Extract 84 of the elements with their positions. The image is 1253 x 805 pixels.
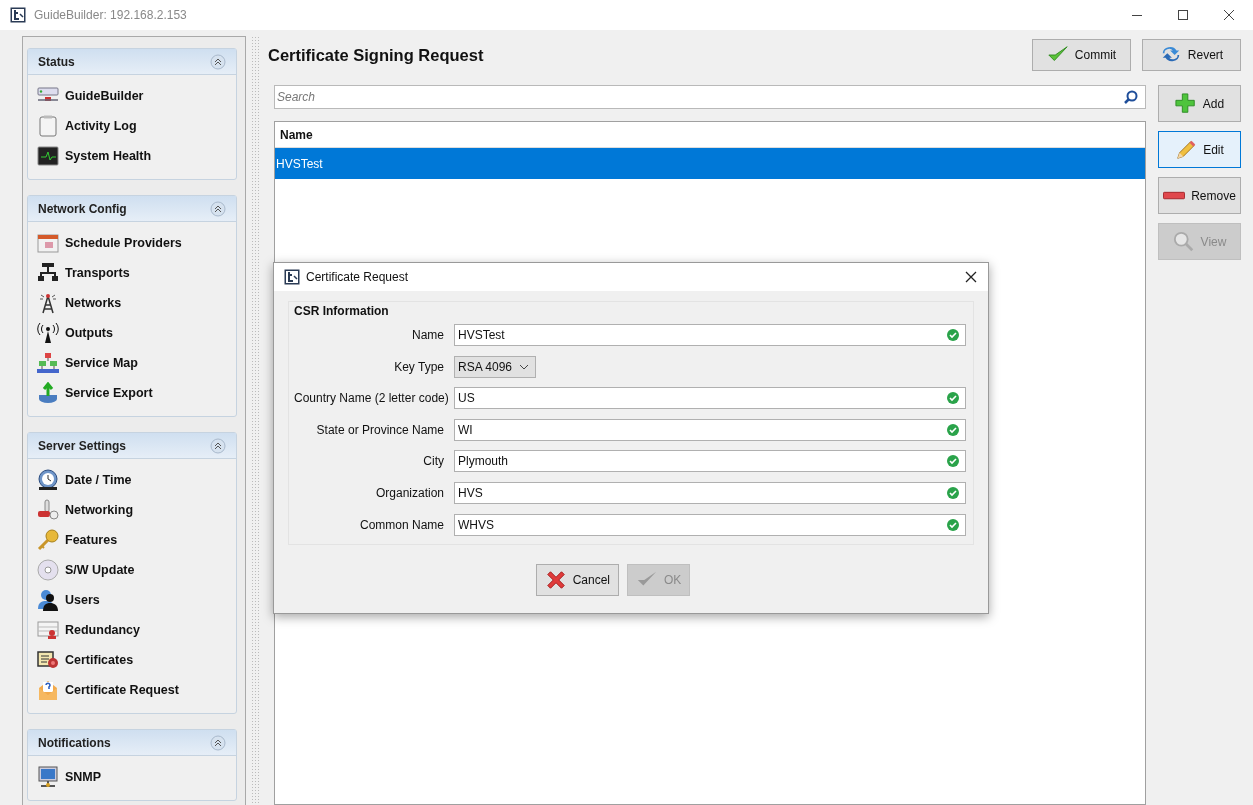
calendar-icon: [37, 232, 59, 254]
disc-icon: [37, 559, 59, 581]
network-tree-icon: [37, 262, 59, 284]
clock-icon: [37, 469, 59, 491]
clipboard-icon: [37, 115, 59, 137]
certificate-icon: [37, 649, 59, 671]
cancel-button[interactable]: Cancel: [535, 563, 619, 596]
field-label: State or Province Name: [315, 422, 444, 437]
sidebar-item[interactable]: GuideBuilder: [37, 81, 228, 111]
gear-pipe-icon: [37, 499, 59, 521]
broadcast-antenna-icon: [37, 322, 59, 344]
input-field[interactable]: WHVS: [454, 513, 966, 536]
close-icon[interactable]: [1223, 9, 1235, 21]
field-label: Organization: [374, 485, 444, 500]
sidebar-item[interactable]: System Health: [37, 141, 228, 171]
input-field[interactable]: WI: [454, 418, 966, 441]
group-title: CSR Information: [294, 304, 390, 318]
pencil-icon: [1175, 138, 1198, 161]
maximize-icon[interactable]: [1177, 9, 1189, 21]
revert-button[interactable]: Revert: [1142, 39, 1241, 71]
commit-button[interactable]: Commit: [1032, 39, 1131, 71]
sidebar-item[interactable]: Schedule Providers: [37, 228, 228, 258]
sidebar-item[interactable]: Date / Time: [37, 465, 228, 495]
cross-icon: [544, 568, 567, 591]
sidebar-item[interactable]: Redundancy: [37, 615, 228, 645]
magnifier-icon: [1172, 230, 1195, 253]
add-button[interactable]: Add: [1158, 85, 1241, 122]
section-header[interactable]: Network Config: [28, 196, 236, 222]
input-field[interactable]: HVS: [454, 481, 966, 504]
sidebar-item[interactable]: Service Map: [37, 348, 228, 378]
close-icon[interactable]: [964, 270, 978, 284]
input-field[interactable]: US: [454, 387, 966, 410]
table-row[interactable]: HVSTest: [275, 148, 1145, 179]
plus-icon: [1174, 92, 1197, 115]
field-label: Name: [411, 328, 444, 342]
section-header[interactable]: Server Settings: [28, 433, 236, 459]
monitor-icon: [37, 145, 59, 167]
window-title: GuideBuilder: 192.168.2.153: [34, 8, 187, 22]
sidebar-item[interactable]: Networks: [37, 288, 228, 318]
sidebar-item[interactable]: SNMP: [37, 762, 228, 792]
field-label: Key Type: [393, 359, 444, 374]
hierarchy-icon: [37, 352, 59, 374]
servers-icon: [37, 619, 59, 641]
field-label: Common Name: [358, 517, 444, 532]
input-field[interactable]: Plymouth: [454, 450, 966, 473]
computer-icon: [37, 766, 59, 788]
section-title: Server Settings: [38, 438, 127, 453]
edit-button[interactable]: Edit: [1158, 131, 1241, 168]
sidebar-item[interactable]: Certificates: [37, 645, 228, 675]
dialog-title: Certificate Request: [306, 270, 409, 284]
sidebar-item[interactable]: Activity Log: [37, 111, 228, 141]
page-title: Certificate Signing Request: [267, 45, 484, 65]
app-logo-icon: [284, 269, 300, 285]
chevron-down-icon: [519, 362, 530, 371]
sidebar-item[interactable]: Outputs: [37, 318, 228, 348]
envelope-question-icon: [37, 679, 59, 701]
sidebar-item[interactable]: Features: [37, 525, 228, 555]
sidebar-item[interactable]: Networking: [37, 495, 228, 525]
sidebar-item[interactable]: Service Export: [37, 378, 228, 408]
key-icon: [37, 529, 59, 551]
collapse-icon[interactable]: [210, 53, 226, 70]
sidebar-item[interactable]: Certificate Request: [37, 675, 228, 705]
sidebar-item[interactable]: Transports: [37, 258, 228, 288]
section-header[interactable]: Notifications: [28, 730, 236, 756]
upload-disk-icon: [37, 382, 59, 404]
collapse-icon[interactable]: [210, 200, 226, 217]
input-field[interactable]: HVSTest: [454, 324, 966, 346]
field-label: City: [422, 454, 444, 469]
column-header[interactable]: Name: [275, 127, 313, 142]
user-icon: [37, 589, 59, 611]
search-field[interactable]: Search: [274, 85, 1146, 109]
section-title: Status: [38, 54, 75, 69]
antenna-tower-icon: [37, 292, 59, 314]
search-icon[interactable]: [1124, 90, 1138, 104]
remove-button[interactable]: Remove: [1158, 177, 1241, 214]
sidebar-item[interactable]: S/W Update: [37, 555, 228, 585]
collapse-icon[interactable]: [210, 437, 226, 454]
section-header[interactable]: Status: [28, 49, 236, 75]
sidebar-item[interactable]: Users: [37, 585, 228, 615]
key-type-dropdown[interactable]: RSA 4096: [454, 355, 537, 378]
collapse-icon[interactable]: [210, 734, 226, 751]
section-title: Network Config: [38, 201, 127, 216]
section-title: Notifications: [38, 735, 111, 750]
app-logo-icon: [10, 7, 26, 23]
